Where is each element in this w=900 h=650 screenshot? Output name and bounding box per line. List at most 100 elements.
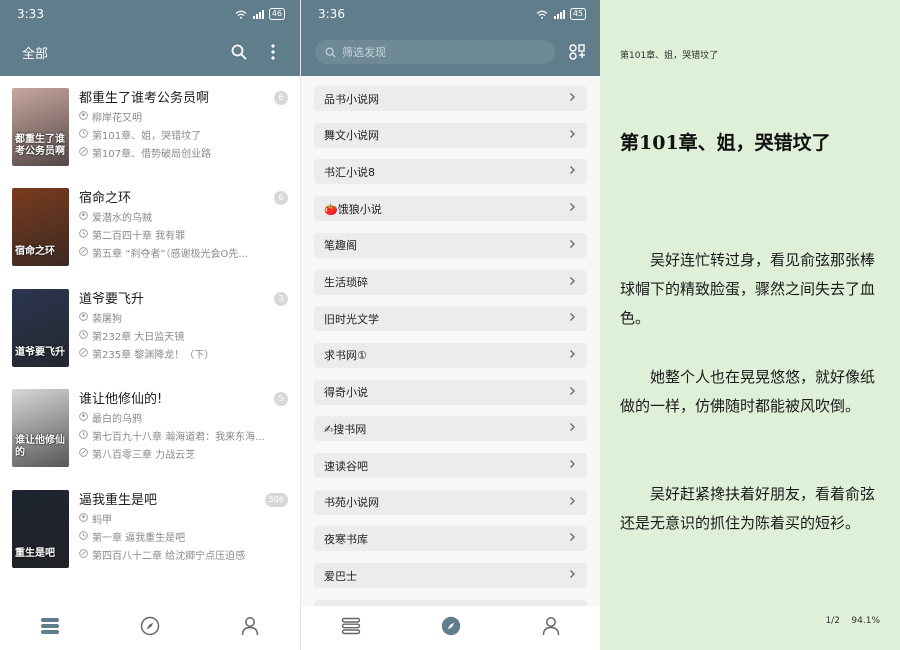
wifi-icon [235,10,247,19]
filter-search-input[interactable]: 筛选发现 [315,40,555,64]
source-group-icon[interactable] [565,40,589,64]
clock-icon [79,329,92,342]
book-author: 最白的乌鸦 [79,410,279,425]
explore-screen: 3:36 45 筛选发现 品书小说网舞文小说网书汇小说8 🍅饿狼小说笔趣阁生活琐碎… [300,0,600,650]
source-label: 爱巴士 [324,569,357,583]
source-item[interactable]: 生活琐碎 [314,269,587,295]
explore-icon[interactable] [431,606,471,646]
source-item[interactable]: 速读谷吧 [314,453,587,478]
chevron-right-icon [567,532,577,545]
source-item[interactable]: 书汇小说8 [314,159,587,185]
book-title: 谁让他修仙的! [79,392,163,407]
latest-text: 第八百零三章 力战云芝 [92,450,196,461]
source-item[interactable]: 🍅饿狼小说 [314,196,587,222]
chevron-right-icon [567,496,577,509]
source-label: 🍅饿狼小说 [324,202,382,216]
source-item[interactable]: 书苑小说网 [314,489,587,515]
more-vert-icon[interactable] [260,39,286,65]
status-time: 3:33 [17,7,44,21]
clock-icon [79,530,92,543]
paragraph: 吴好连忙转过身，看见俞弦那张棒球帽下的精致脸蛋，骤然之间失去了血色。 [620,251,876,327]
chevron-right-icon [567,165,577,178]
chevron-right-icon [567,129,577,142]
book-item[interactable]: 宿命之环 宿命之环 6 爱潜水的乌贼 第二百四十章 我有罪 第五章 “刹夺者”（感谢极光会… [12,188,288,268]
book-title: 宿命之环 [79,191,132,206]
last-read-chapter: 第一章 逼我重生是吧 [79,529,279,544]
source-item[interactable]: 夜寒书库 [314,526,587,552]
bookshelf-header: 3:33 46 全部 [0,0,300,76]
battery-icon: 45 [569,8,586,20]
search-row: 筛选发现 [301,38,600,66]
book-cover[interactable]: 都重生了谁考公务员啊 [12,88,69,166]
latest-text: 第107章、借势破局创业路 [92,149,212,160]
book-item[interactable]: 重生是吧 逼我重生是吧 506 蚂甲 第一章 逼我重生是吧 第四百八十二章 给沈卿宁点压迫… [12,490,288,570]
latest-chapter: 第235章 黎渊降龙！（下） [79,346,279,361]
latest-chapter: 第八百零三章 力战云芝 [79,446,279,461]
source-label: 得奇小说 [324,386,368,400]
book-author: 蚂甲 [79,511,279,526]
source-item[interactable]: 得奇小说 [314,379,587,405]
book-item[interactable]: 道爷要飞升 道爷要飞升 3 裴屠狗 第232章 大日监天镜 第235章 黎渊降龙！（下） [12,289,288,369]
unread-badge: 506 [264,493,288,507]
book-cover[interactable]: 谁让他修仙的 [12,389,69,467]
latest-chapter: 第四百八十二章 给沈卿宁点压迫感 [79,547,279,562]
latest-chapter-icon [79,146,92,159]
cover-title: 都重生了谁考公务员啊 [15,134,65,157]
cover-title: 谁让他修仙的 [15,435,65,458]
page-indicator: 1/2 [825,616,840,626]
last-read-text: 第二百四十章 我有罪 [92,231,186,242]
source-label: 速读谷吧 [324,459,368,473]
last-read-chapter: 第232章 大日监天镜 [79,328,279,343]
signal-icon [553,9,565,19]
wifi-icon [536,10,548,19]
clock-icon [79,228,92,241]
source-label: 求书网① [324,349,367,363]
source-item[interactable]: 笔趣阁 [314,232,587,258]
author-icon [79,311,92,324]
signal-icon [252,9,264,19]
app-bar: 全部 [0,32,300,72]
last-read-text: 第七百九十八章 瀚海道君：我来东海... [92,432,265,443]
chevron-right-icon [567,386,577,399]
chevron-right-icon [567,349,577,362]
unread-badge: 6 [274,191,288,205]
reader-screen[interactable]: 第101章、姐，哭错坟了 第101章、姐，哭错坟了 吴好连忙转过身，看见俞弦那张… [600,0,900,650]
source-item[interactable]: 旧时光文学 [314,306,587,332]
source-label: 品书小说网 [324,92,379,106]
battery-icon: 46 [268,8,285,20]
source-item[interactable]: ✍搜书网 [314,416,587,442]
author-icon [79,512,92,525]
status-bar: 3:33 46 [0,0,300,28]
cover-title: 道爷要飞升 [15,347,65,358]
book-author: 裴屠狗 [79,310,279,325]
source-label: 笔趣阁 [324,239,357,253]
unread-badge: 5 [274,392,288,406]
search-placeholder: 筛选发现 [342,46,386,59]
last-read-chapter: 第101章、姐，哭错坟了 [79,127,279,142]
book-cover[interactable]: 重生是吧 [12,490,69,568]
author-icon [79,411,92,424]
book-cover[interactable]: 道爷要飞升 [12,289,69,367]
source-label: 书汇小说8 [324,165,375,179]
profile-icon[interactable] [531,606,571,646]
chevron-right-icon [567,239,577,252]
group-title[interactable]: 全部 [22,43,218,62]
bookshelf-icon[interactable] [30,606,70,646]
search-icon[interactable] [226,39,252,65]
source-item[interactable]: 求书网① [314,342,587,368]
author-icon [79,210,92,223]
source-item[interactable]: 品书小说网 [314,86,587,111]
book-item[interactable]: 都重生了谁考公务员啊 都重生了谁考公务员啊 6 柳岸花又明 第101章、姐，哭错坟了 第1… [12,88,288,168]
bottom-nav [0,602,300,650]
explore-icon[interactable] [130,606,170,646]
source-label: 夜寒书库 [324,532,368,546]
profile-icon[interactable] [230,606,270,646]
source-item[interactable]: 舞文小说网 [314,122,587,148]
clock-icon [79,128,92,141]
source-item[interactable]: 爱巴士 [314,563,587,589]
explore-header: 3:36 45 筛选发现 [301,0,600,76]
latest-text: 第235章 黎渊降龙！（下） [92,350,215,361]
bookshelf-icon[interactable] [331,606,371,646]
book-cover[interactable]: 宿命之环 [12,188,69,266]
book-item[interactable]: 谁让他修仙的 谁让他修仙的! 5 最白的乌鸦第七百九十八章 瀚海道君：我来东海... 第… [12,389,288,469]
